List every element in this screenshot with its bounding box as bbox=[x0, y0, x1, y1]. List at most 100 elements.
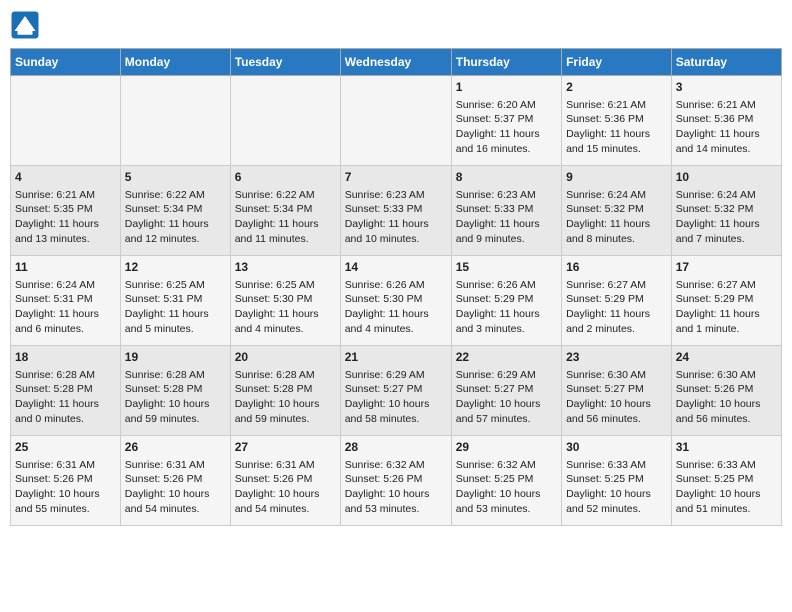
day-info: Sunrise: 6:27 AM Sunset: 5:29 PM Dayligh… bbox=[676, 279, 760, 335]
calendar-table: SundayMondayTuesdayWednesdayThursdayFrid… bbox=[10, 48, 782, 526]
header bbox=[10, 10, 782, 40]
day-info: Sunrise: 6:28 AM Sunset: 5:28 PM Dayligh… bbox=[125, 369, 210, 425]
day-info: Sunrise: 6:29 AM Sunset: 5:27 PM Dayligh… bbox=[456, 369, 541, 425]
day-info: Sunrise: 6:28 AM Sunset: 5:28 PM Dayligh… bbox=[15, 369, 99, 425]
day-info: Sunrise: 6:22 AM Sunset: 5:34 PM Dayligh… bbox=[235, 189, 319, 245]
header-saturday: Saturday bbox=[671, 49, 781, 76]
day-number: 20 bbox=[235, 349, 336, 366]
day-number: 30 bbox=[566, 439, 667, 456]
day-cell: 11Sunrise: 6:24 AM Sunset: 5:31 PM Dayli… bbox=[11, 256, 121, 346]
day-info: Sunrise: 6:31 AM Sunset: 5:26 PM Dayligh… bbox=[125, 459, 210, 515]
day-number: 13 bbox=[235, 259, 336, 276]
day-number: 4 bbox=[15, 169, 116, 186]
header-monday: Monday bbox=[120, 49, 230, 76]
week-row-5: 25 Sunrise: 6:31 AM Sunset: 5:26 PM Dayli… bbox=[11, 436, 782, 526]
day-info: Sunrise: 6:29 AM Sunset: 5:27 PM Dayligh… bbox=[345, 369, 430, 425]
header-thursday: Thursday bbox=[451, 49, 561, 76]
day-info: Sunrise: 6:32 AM Sunset: 5:26 PM Dayligh… bbox=[345, 459, 430, 515]
day-cell: 4 Sunrise: 6:21 AM Sunset: 5:35 PM Daylig… bbox=[11, 166, 121, 256]
day-cell: 25 Sunrise: 6:31 AM Sunset: 5:26 PM Dayli… bbox=[11, 436, 121, 526]
day-number: 11 bbox=[15, 259, 116, 276]
day-number: 22 bbox=[456, 349, 557, 366]
day-info: Sunrise: 6:22 AM Sunset: 5:34 PM Dayligh… bbox=[125, 189, 209, 245]
day-number: 14 bbox=[345, 259, 447, 276]
day-number: 25 bbox=[15, 439, 116, 456]
day-cell: 18 Sunrise: 6:28 AM Sunset: 5:28 PM Dayli… bbox=[11, 346, 121, 436]
day-cell: 7 Sunrise: 6:23 AM Sunset: 5:33 PM Daylig… bbox=[340, 166, 451, 256]
day-cell: 10Sunrise: 6:24 AM Sunset: 5:32 PM Dayli… bbox=[671, 166, 781, 256]
day-number: 23 bbox=[566, 349, 667, 366]
day-cell: 20 Sunrise: 6:28 AM Sunset: 5:28 PM Dayli… bbox=[230, 346, 340, 436]
day-info: Sunrise: 6:27 AM Sunset: 5:29 PM Dayligh… bbox=[566, 279, 650, 335]
logo-icon bbox=[10, 10, 40, 40]
day-number: 19 bbox=[125, 349, 226, 366]
day-number: 15 bbox=[456, 259, 557, 276]
header-sunday: Sunday bbox=[11, 49, 121, 76]
day-cell: 9 Sunrise: 6:24 AM Sunset: 5:32 PM Daylig… bbox=[562, 166, 672, 256]
day-cell: 6 Sunrise: 6:22 AM Sunset: 5:34 PM Daylig… bbox=[230, 166, 340, 256]
day-info: Sunrise: 6:28 AM Sunset: 5:28 PM Dayligh… bbox=[235, 369, 320, 425]
day-info: Sunrise: 6:30 AM Sunset: 5:27 PM Dayligh… bbox=[566, 369, 651, 425]
day-info: Sunrise: 6:30 AM Sunset: 5:26 PM Dayligh… bbox=[676, 369, 761, 425]
day-cell: 1 Sunrise: 6:20 AM Sunset: 5:37 PM Daylig… bbox=[451, 76, 561, 166]
day-number: 29 bbox=[456, 439, 557, 456]
week-row-1: 1 Sunrise: 6:20 AM Sunset: 5:37 PM Daylig… bbox=[11, 76, 782, 166]
day-cell bbox=[11, 76, 121, 166]
day-cell: 12Sunrise: 6:25 AM Sunset: 5:31 PM Dayli… bbox=[120, 256, 230, 346]
week-row-3: 11Sunrise: 6:24 AM Sunset: 5:31 PM Dayli… bbox=[11, 256, 782, 346]
day-number: 1 bbox=[456, 79, 557, 96]
day-info: Sunrise: 6:21 AM Sunset: 5:36 PM Dayligh… bbox=[566, 99, 650, 155]
day-cell: 3 Sunrise: 6:21 AM Sunset: 5:36 PM Daylig… bbox=[671, 76, 781, 166]
day-info: Sunrise: 6:23 AM Sunset: 5:33 PM Dayligh… bbox=[345, 189, 429, 245]
day-info: Sunrise: 6:21 AM Sunset: 5:35 PM Dayligh… bbox=[15, 189, 99, 245]
day-cell: 21 Sunrise: 6:29 AM Sunset: 5:27 PM Dayli… bbox=[340, 346, 451, 436]
day-info: Sunrise: 6:26 AM Sunset: 5:30 PM Dayligh… bbox=[345, 279, 429, 335]
day-cell: 8 Sunrise: 6:23 AM Sunset: 5:33 PM Daylig… bbox=[451, 166, 561, 256]
day-info: Sunrise: 6:20 AM Sunset: 5:37 PM Dayligh… bbox=[456, 99, 540, 155]
day-info: Sunrise: 6:24 AM Sunset: 5:32 PM Dayligh… bbox=[566, 189, 650, 245]
week-row-4: 18 Sunrise: 6:28 AM Sunset: 5:28 PM Dayli… bbox=[11, 346, 782, 436]
day-cell: 5Sunrise: 6:22 AM Sunset: 5:34 PM Daylig… bbox=[120, 166, 230, 256]
day-number: 6 bbox=[235, 169, 336, 186]
day-info: Sunrise: 6:21 AM Sunset: 5:36 PM Dayligh… bbox=[676, 99, 760, 155]
day-number: 7 bbox=[345, 169, 447, 186]
day-number: 17 bbox=[676, 259, 777, 276]
day-number: 12 bbox=[125, 259, 226, 276]
day-cell bbox=[230, 76, 340, 166]
day-cell bbox=[120, 76, 230, 166]
day-cell: 28 Sunrise: 6:32 AM Sunset: 5:26 PM Dayli… bbox=[340, 436, 451, 526]
day-cell: 15Sunrise: 6:26 AM Sunset: 5:29 PM Dayli… bbox=[451, 256, 561, 346]
day-info: Sunrise: 6:23 AM Sunset: 5:33 PM Dayligh… bbox=[456, 189, 540, 245]
day-cell: 23 Sunrise: 6:30 AM Sunset: 5:27 PM Dayli… bbox=[562, 346, 672, 436]
day-number: 31 bbox=[676, 439, 777, 456]
day-number: 27 bbox=[235, 439, 336, 456]
day-number: 24 bbox=[676, 349, 777, 366]
day-cell: 2 Sunrise: 6:21 AM Sunset: 5:36 PM Daylig… bbox=[562, 76, 672, 166]
day-number: 16 bbox=[566, 259, 667, 276]
day-cell: 19 Sunrise: 6:28 AM Sunset: 5:28 PM Dayli… bbox=[120, 346, 230, 436]
day-cell: 14 Sunrise: 6:26 AM Sunset: 5:30 PM Dayli… bbox=[340, 256, 451, 346]
day-info: Sunrise: 6:33 AM Sunset: 5:25 PM Dayligh… bbox=[566, 459, 651, 515]
day-info: Sunrise: 6:32 AM Sunset: 5:25 PM Dayligh… bbox=[456, 459, 541, 515]
day-number: 26 bbox=[125, 439, 226, 456]
week-row-2: 4 Sunrise: 6:21 AM Sunset: 5:35 PM Daylig… bbox=[11, 166, 782, 256]
day-number: 3 bbox=[676, 79, 777, 96]
day-cell: 29 Sunrise: 6:32 AM Sunset: 5:25 PM Dayli… bbox=[451, 436, 561, 526]
day-info: Sunrise: 6:33 AM Sunset: 5:25 PM Dayligh… bbox=[676, 459, 761, 515]
header-row: SundayMondayTuesdayWednesdayThursdayFrid… bbox=[11, 49, 782, 76]
day-cell: 27Sunrise: 6:31 AM Sunset: 5:26 PM Dayli… bbox=[230, 436, 340, 526]
logo bbox=[10, 10, 44, 40]
day-cell: 22 Sunrise: 6:29 AM Sunset: 5:27 PM Dayli… bbox=[451, 346, 561, 436]
day-number: 9 bbox=[566, 169, 667, 186]
day-cell bbox=[340, 76, 451, 166]
day-number: 8 bbox=[456, 169, 557, 186]
day-info: Sunrise: 6:25 AM Sunset: 5:30 PM Dayligh… bbox=[235, 279, 319, 335]
day-info: Sunrise: 6:31 AM Sunset: 5:26 PM Dayligh… bbox=[15, 459, 100, 515]
header-wednesday: Wednesday bbox=[340, 49, 451, 76]
day-cell: 17 Sunrise: 6:27 AM Sunset: 5:29 PM Dayli… bbox=[671, 256, 781, 346]
day-number: 28 bbox=[345, 439, 447, 456]
day-number: 21 bbox=[345, 349, 447, 366]
day-number: 18 bbox=[15, 349, 116, 366]
day-number: 2 bbox=[566, 79, 667, 96]
day-info: Sunrise: 6:24 AM Sunset: 5:32 PM Dayligh… bbox=[676, 189, 760, 245]
